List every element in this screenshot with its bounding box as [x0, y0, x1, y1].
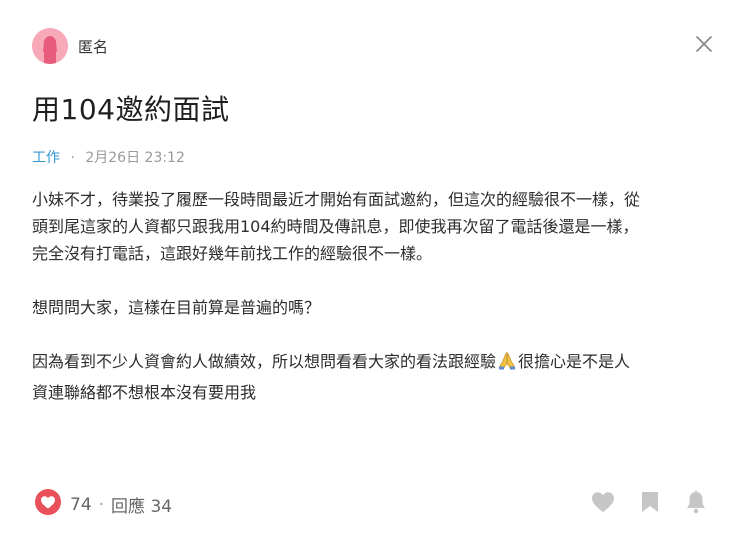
post-line: 想問問大家，這樣在目前算是普遍的嗎？ — [32, 298, 321, 317]
post-stats: 74 · 回應 34 — [34, 488, 172, 521]
author-name[interactable]: 匿名 — [78, 36, 108, 57]
female-avatar-icon[interactable] — [32, 28, 68, 64]
post-paragraph: 想問問大家，這樣在目前算是普遍的嗎？ — [32, 294, 722, 321]
folded-hands-emoji-icon — [497, 351, 517, 379]
heart-icon[interactable] — [591, 491, 615, 513]
meta-separator: · — [70, 150, 75, 166]
comment-count[interactable]: 回應 34 — [111, 492, 172, 517]
post-title: 用104邀約面試 — [32, 93, 230, 126]
post-line: 完全沒有打電話，這跟好幾年前找工作的經驗很不一樣。 — [32, 244, 433, 263]
board-link[interactable]: 工作 — [32, 150, 60, 166]
like-count: 74 — [70, 494, 92, 515]
post-paragraph: 小妹不才，待業投了履歷一段時間最近才開始有面試邀約，但這次的經驗很不一樣，從 頭… — [32, 186, 722, 267]
heart-reaction-icon[interactable] — [34, 488, 62, 521]
post-line: 因為看到不少人資會約人做績效，所以想問看看大家的看法跟經驗 — [32, 352, 497, 371]
post-actions — [565, 490, 707, 514]
stats-separator: · — [98, 494, 105, 515]
post-body: 小妹不才，待業投了履歷一段時間最近才開始有面試邀約，但這次的經驗很不一樣，從 頭… — [32, 186, 722, 406]
post-line: 頭到尾這家的人資都只跟我用104約時間及傳訊息，即使我再次留了電話後還是一樣， — [32, 217, 639, 236]
post-datetime: 2月26日 23:12 — [85, 150, 185, 166]
bookmark-icon[interactable] — [641, 491, 659, 513]
post-line: 資連聯絡都不想根本沒有要用我 — [32, 383, 257, 402]
post-line: 小妹不才，待業投了履歷一段時間最近才開始有面試邀約，但這次的經驗很不一樣，從 — [32, 190, 641, 209]
post-meta: 工作 · 2月26日 23:12 — [32, 147, 185, 167]
bell-icon[interactable] — [685, 490, 707, 514]
close-icon[interactable] — [693, 33, 715, 55]
post-line: 很擔心是不是人 — [518, 352, 631, 371]
post-header: 匿名 — [32, 28, 108, 64]
post-paragraph: 因為看到不少人資會約人做績效，所以想問看看大家的看法跟經驗 很擔心是不是人 資連… — [32, 348, 722, 406]
